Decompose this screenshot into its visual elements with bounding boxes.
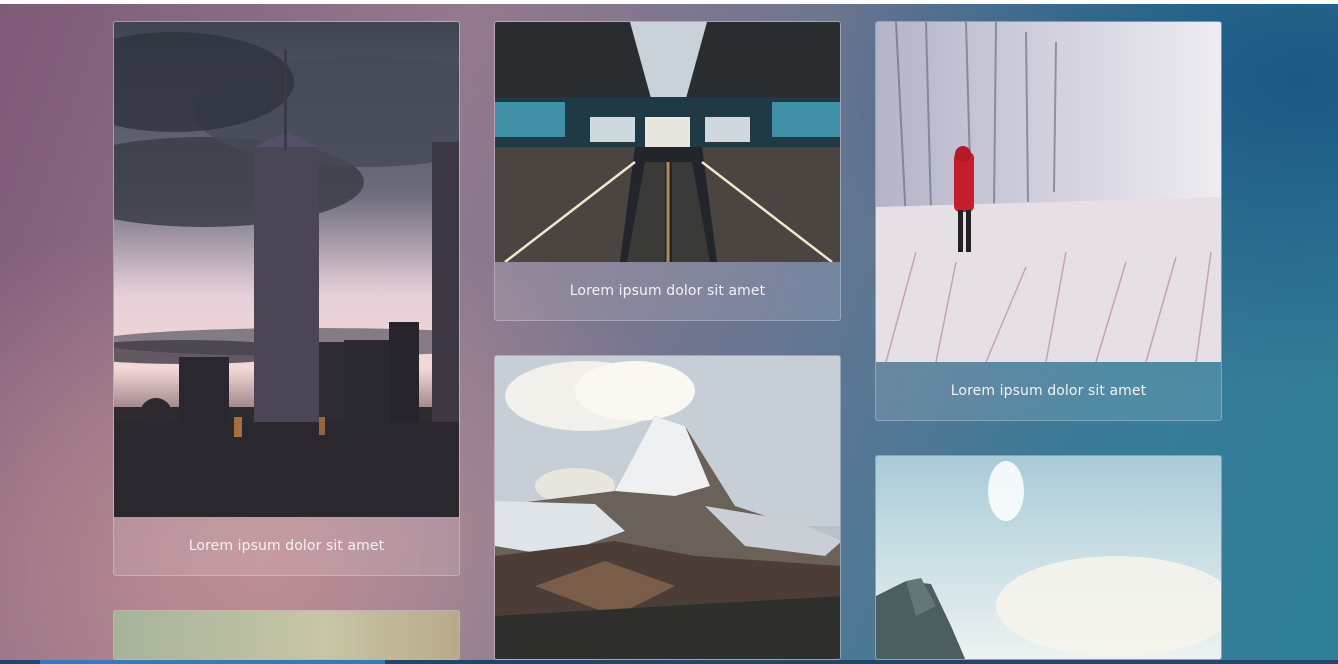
- city-skyline-photo[interactable]: [114, 22, 459, 517]
- card-caption: Lorem ipsum dolor sit amet: [495, 262, 840, 320]
- bottom-left-photo[interactable]: [114, 611, 459, 659]
- escalator-photo[interactable]: [495, 22, 840, 262]
- sky-cliff-photo[interactable]: [876, 456, 1221, 659]
- gallery-card[interactable]: Lorem ipsum dolor sit amet: [494, 21, 841, 321]
- gallery-card[interactable]: Lorem ipsum dolor sit amet: [875, 21, 1222, 421]
- gallery-card[interactable]: [875, 455, 1222, 660]
- gallery-card[interactable]: Lorem ipsum dolor sit amet: [113, 21, 460, 576]
- bottom-bar-highlight: [40, 660, 385, 664]
- bottom-edge-bar: [0, 660, 1338, 664]
- gallery-card[interactable]: [113, 610, 460, 660]
- mountain-peak-photo[interactable]: [495, 356, 840, 659]
- top-edge-bar: [0, 0, 1338, 4]
- card-caption: Lorem ipsum dolor sit amet: [876, 362, 1221, 420]
- snow-hiker-photo[interactable]: [876, 22, 1221, 362]
- gallery-card[interactable]: [494, 355, 841, 660]
- card-caption: Lorem ipsum dolor sit amet: [114, 517, 459, 575]
